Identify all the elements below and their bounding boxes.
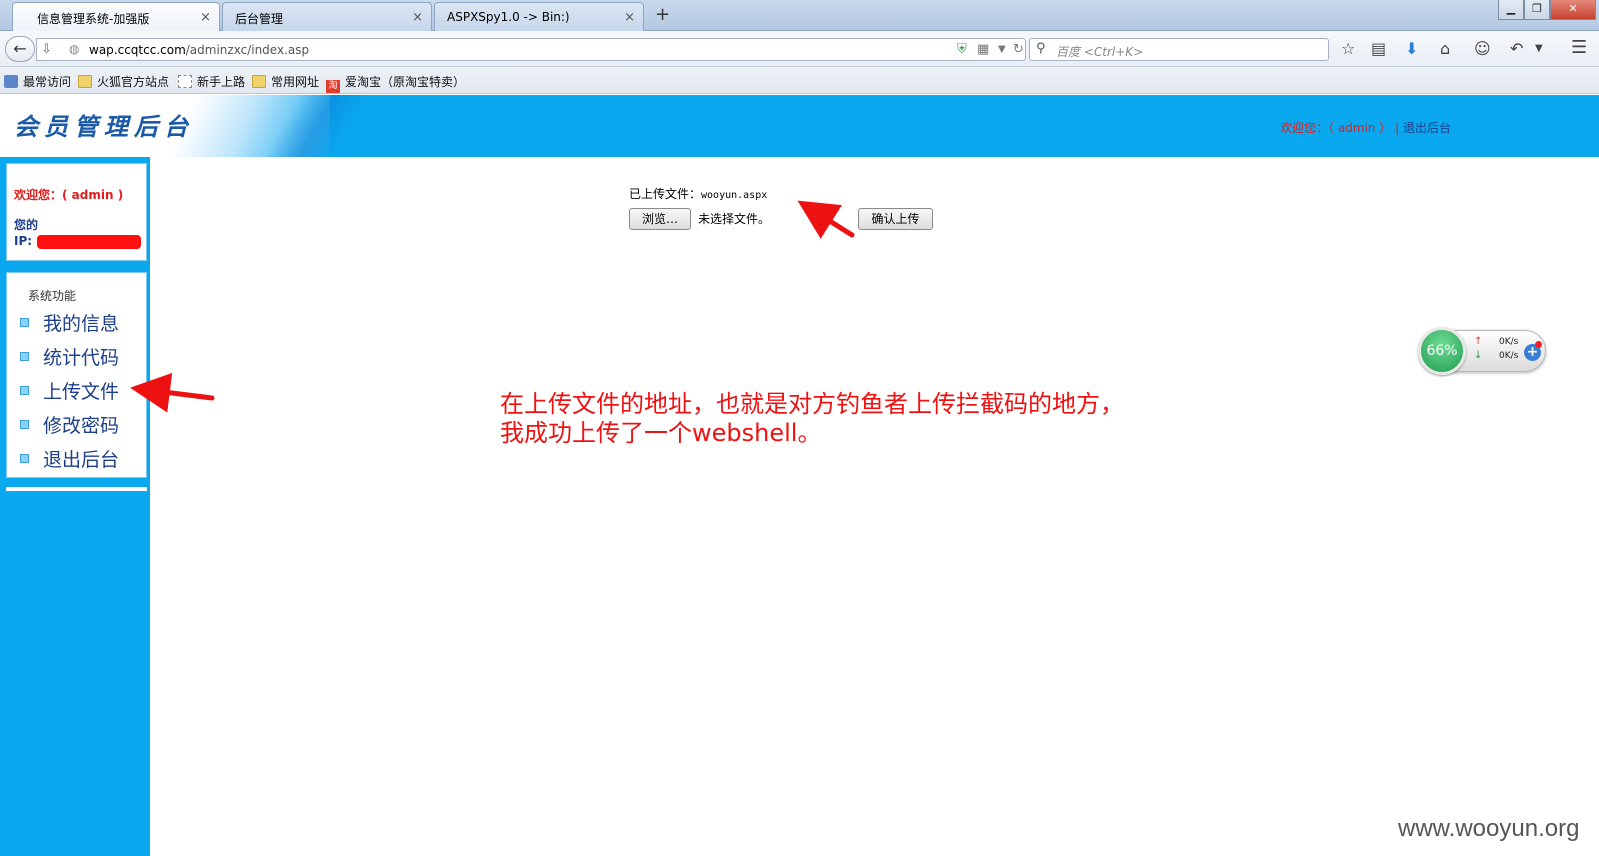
bookmark-common-sites[interactable]: 常用网址 [252,73,319,90]
tab-label: ASPXSpy1.0 -> Bin:) [447,10,570,24]
back-button[interactable]: ← [5,36,35,62]
download-arrow-icon: ↓ [1474,350,1483,361]
system-functions-box: 系统功能 我的信息 统计代码 上传文件 修改密码 退出后台 [6,272,147,478]
site-header: 会员管理后台 欢迎您：（ admin ） | 退出后台 [0,95,1599,157]
browser-tab-bar: 信息管理系统-加强版 × 后台管理 × ASPXSpy1.0 -> Bin:) … [0,0,1599,32]
uploaded-filename: wooyun.aspx [701,190,768,201]
network-speed-widget[interactable]: 66% ↑ ↓ 0K/s 0K/s + [1418,327,1546,375]
header-logout-link[interactable]: 退出后台 [1403,121,1451,135]
welcome-text: 欢迎您：（ admin ） [1280,121,1392,135]
sidebar-item-label: 统计代码 [43,347,120,369]
globe-icon: ◍ [69,42,80,56]
close-icon[interactable]: × [624,10,635,25]
close-window-button[interactable]: ✕ [1550,0,1596,20]
user-info-box: 欢迎您：( admin ) 您的 IP: [6,163,147,261]
restore-button[interactable]: ❐ [1524,0,1550,20]
undo-icon[interactable]: ↶ [1510,39,1523,58]
uploaded-file-info: 已上传文件：wooyun.aspx [629,185,767,202]
search-placeholder: 百度 <Ctrl+K> [1056,45,1144,59]
new-tab-button[interactable]: + [655,4,670,25]
search-bar[interactable]: ⚲ 百度 <Ctrl+K> [1029,38,1329,61]
watermark: www.wooyun.org [1398,815,1580,842]
tab-label: 信息管理系统-加强版 [37,12,150,26]
navigation-bar: ← ⇩ ◍ wap.ccqtcc.com/adminzxc/index.asp … [0,31,1599,67]
tab-admin[interactable]: 后台管理 × [222,2,432,31]
site-identity-icon[interactable]: ⇩ [41,42,52,57]
sidebar-item-change-password[interactable]: 修改密码 [20,411,120,437]
arrow-to-upload-menu [130,372,215,413]
download-speed: 0K/s [1499,351,1519,361]
no-file-selected-text: 未选择文件。 [698,212,771,226]
bullet-icon [20,454,29,463]
bullet-icon [20,318,29,327]
chat-icon[interactable]: ☺ [1474,39,1491,58]
separator: | [1395,121,1400,135]
menu-icon[interactable]: ☰ [1571,37,1587,58]
dropdown-icon[interactable]: ▼ [998,44,1006,55]
chevron-down-icon[interactable]: ▼ [1535,43,1543,54]
tab-label: 后台管理 [235,12,284,26]
url-text[interactable]: wap.ccqtcc.com/adminzxc/index.asp [89,43,309,57]
tab-aspxspy[interactable]: ASPXSpy1.0 -> Bin:) × [434,2,644,31]
search-icon: ⚲ [1036,41,1046,56]
sidebar-item-my-info[interactable]: 我的信息 [20,309,120,335]
upload-speed: 0K/s [1499,337,1519,347]
redacted-ip [37,235,141,249]
folder-icon [78,75,92,88]
shield-icon[interactable]: ⛨ [957,42,967,57]
taobao-icon: 淘 [326,80,340,93]
upload-arrow-icon: ↑ [1474,336,1483,347]
page-icon [178,75,192,88]
close-icon[interactable]: × [200,10,211,25]
bookmark-getting-started[interactable]: 新手上路 [178,73,245,90]
star-icon [4,75,18,88]
sidebar-item-stats-code[interactable]: 统计代码 [20,343,120,369]
bookmark-star-icon[interactable]: ☆ [1341,39,1355,58]
sidebar-divider [6,487,147,491]
sidebar: 欢迎您：( admin ) 您的 IP: 系统功能 我的信息 统计代码 上传文件… [0,157,150,856]
qr-code-icon[interactable]: ▦ [977,42,989,57]
browse-button[interactable]: 浏览… [629,208,691,230]
bookmarks-list-icon[interactable]: ▤ [1371,39,1386,58]
home-icon[interactable]: ⌂ [1440,39,1450,58]
bookmark-most-visited[interactable]: 最常访问 [4,73,71,90]
sidebar-item-label: 退出后台 [43,449,120,471]
bullet-icon [20,352,29,361]
uploaded-label: 已上传文件： [629,187,702,201]
bookmark-firefox-site[interactable]: 火狐官方站点 [78,73,169,90]
section-title: 系统功能 [28,289,77,303]
bullet-icon [20,420,29,429]
bullet-icon [20,386,29,395]
address-bar[interactable]: ⇩ ◍ wap.ccqtcc.com/adminzxc/index.asp ⛨ … [36,38,1026,61]
tab-info-system[interactable]: 信息管理系统-加强版 × [12,2,220,32]
close-icon[interactable]: × [412,10,423,25]
minimize-button[interactable]: ▁ [1498,0,1524,20]
folder-icon [252,75,266,88]
usage-percent: 66% [1418,327,1466,375]
red-annotation-text: 在上传文件的地址，也就是对方钓鱼者上传拦截码的地方， 我成功上传了一个websh… [500,390,1124,447]
sidebar-item-label: 我的信息 [43,313,120,335]
sidebar-welcome: 欢迎您：( admin ) [14,188,124,202]
bookmark-taobao[interactable]: 淘爱淘宝（原淘宝特卖） [326,73,465,93]
ip-label: 您的 IP: [14,218,39,248]
reload-icon[interactable]: ↻ [1013,42,1024,57]
download-icon[interactable]: ⬇ [1405,39,1418,58]
sidebar-item-logout[interactable]: 退出后台 [20,445,120,471]
sidebar-item-label: 上传文件 [43,381,120,403]
bookmarks-toolbar: 最常访问 火狐官方站点 新手上路 常用网址 淘爱淘宝（原淘宝特卖） [0,67,1599,94]
back-arrow-icon: ← [13,39,27,58]
arrow-to-uploaded-file [797,200,855,239]
header-welcome: 欢迎您：（ admin ） | 退出后台 [1280,119,1451,136]
sidebar-item-label: 修改密码 [43,415,120,437]
page-title: 会员管理后台 [14,112,194,141]
notification-dot [1535,341,1542,348]
confirm-upload-button[interactable]: 确认上传 [858,208,933,230]
sidebar-item-upload-file[interactable]: 上传文件 [20,377,120,403]
